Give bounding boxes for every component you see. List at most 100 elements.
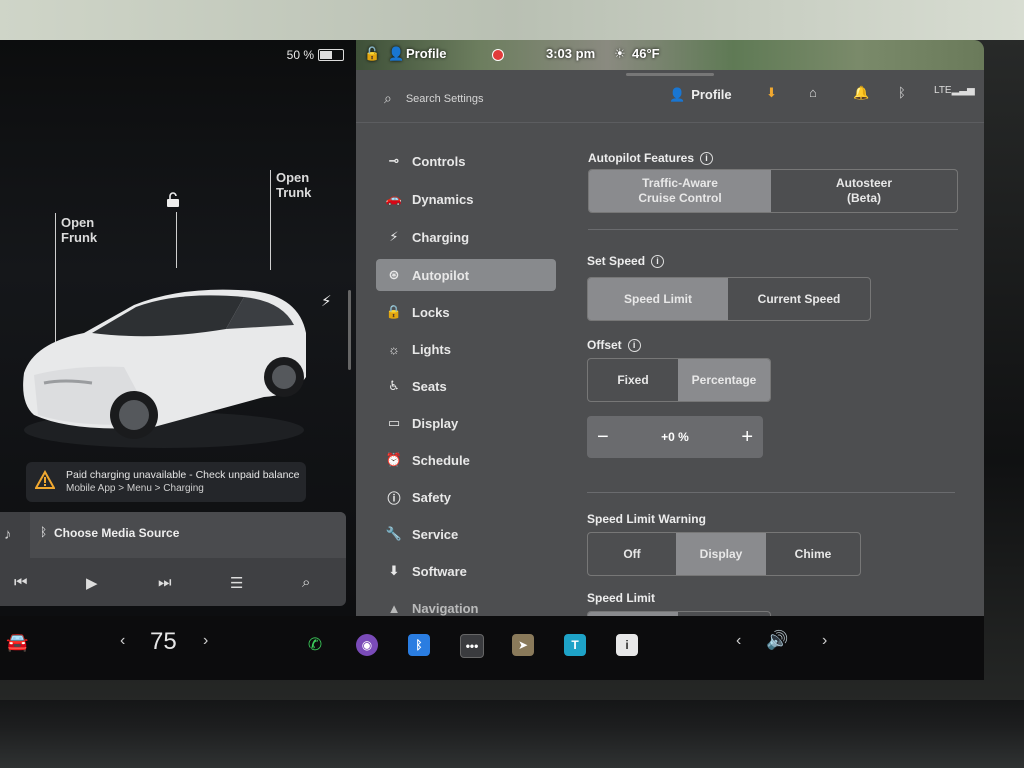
sun-icon: ☀	[614, 46, 626, 61]
cabin-temperature[interactable]: 75	[150, 628, 177, 656]
chime-option[interactable]: Chime	[766, 533, 860, 575]
tacc-line2: Cruise Control	[638, 191, 722, 205]
more-apps-icon[interactable]: •••	[460, 634, 484, 658]
battery-status: 50 %	[287, 48, 344, 62]
autosteer-option[interactable]: Autosteer (Beta)	[771, 170, 957, 212]
set-speed-label: Set Speed	[587, 254, 646, 268]
sidebar-item-charging[interactable]: ⚡ Charging	[376, 221, 556, 253]
media-player: ♪ ᛒ Choose Media Source ⏮ ▶ ⏭ ☰ ⌕	[0, 512, 346, 606]
sidebar-item-display[interactable]: ▭ Display	[376, 407, 556, 439]
frunk-label-line2: Frunk	[61, 230, 98, 245]
open-frunk-button[interactable]: Open Frunk	[61, 215, 97, 245]
search-settings[interactable]: ⌕ Search Settings	[384, 90, 484, 107]
traffic-aware-cruise-control-option[interactable]: Traffic-Aware Cruise Control	[589, 170, 771, 212]
sidebar-item-lights[interactable]: ☼ Lights	[376, 333, 556, 365]
schedule-icon: ⏰	[385, 452, 403, 467]
play-icon[interactable]: ▶	[86, 574, 98, 592]
sidebar-item-locks[interactable]: 🔒 Locks	[376, 296, 556, 328]
unlock-icon[interactable]	[166, 192, 180, 211]
phone-icon[interactable]: ✆	[304, 634, 326, 656]
dashcam-record-icon[interactable]	[492, 49, 504, 61]
frunk-label-line1: Open	[61, 215, 95, 230]
car-panel-scrollbar[interactable]	[348, 290, 351, 370]
sidebar-item-label: Service	[412, 526, 459, 542]
lte-signal-icon: LTE▂▃▅	[934, 85, 975, 96]
increase-button[interactable]: +	[741, 426, 753, 449]
info-icon[interactable]: i	[627, 339, 641, 353]
toybox-app-icon[interactable]: T	[564, 634, 586, 656]
offset-stepper: − +0 % +	[587, 416, 763, 458]
section-divider	[588, 229, 958, 230]
off-option[interactable]: Off	[588, 533, 676, 575]
open-trunk-button[interactable]: Open Trunk	[276, 170, 311, 200]
volume-icon[interactable]: 🔊	[766, 630, 788, 651]
volume-down-arrow[interactable]: ‹	[736, 632, 741, 650]
sidebar-item-service[interactable]: 🔧 Service	[376, 518, 556, 550]
profile-label: Profile	[691, 87, 732, 102]
panel-drag-handle[interactable]	[626, 73, 714, 76]
autopilot-features-title: Autopilot Features i	[588, 151, 714, 166]
offset-title: Offset i	[587, 338, 641, 353]
alert-title: Paid charging unavailable - Check unpaid…	[66, 469, 300, 481]
car-icon[interactable]: 🚘	[6, 632, 28, 653]
profile-button[interactable]: 👤 Profile	[669, 87, 732, 103]
sidebar-item-autopilot[interactable]: ⊛ Autopilot	[376, 259, 556, 291]
manual-app-icon[interactable]: i	[616, 634, 638, 656]
fixed-option[interactable]: Fixed	[588, 359, 678, 401]
trunk-label-line2: Trunk	[276, 185, 312, 200]
sidebar-item-label: Dynamics	[412, 191, 474, 207]
header-divider	[356, 122, 984, 123]
media-source-selector[interactable]: ᛒ Choose Media Source	[30, 512, 346, 558]
sidebar-item-label: Charging	[412, 229, 470, 245]
camera-icon[interactable]: ◉	[356, 634, 378, 656]
bezel-top	[0, 0, 1024, 40]
sidebar-item-label: Software	[412, 563, 467, 579]
notification-bell-icon[interactable]: 🔔	[853, 85, 869, 101]
sidebar-item-schedule[interactable]: ⏰ Schedule	[376, 444, 556, 476]
touchscreen: 50 % Open Frunk Open Trunk ⚡ Paid chargi…	[0, 40, 984, 680]
charge-port-icon[interactable]: ⚡	[321, 292, 332, 310]
volume-up-arrow[interactable]: ›	[822, 632, 827, 650]
status-temperature: 46°F	[632, 46, 660, 61]
decrease-button[interactable]: −	[597, 426, 609, 449]
battery-icon	[318, 49, 344, 61]
offset-label: Offset	[587, 338, 622, 352]
previous-track-icon[interactable]: ⏮	[14, 574, 28, 591]
sidebar-item-software[interactable]: ⬇ Software	[376, 555, 556, 587]
speed-limit-title: Speed Limit	[587, 591, 656, 605]
equalizer-icon[interactable]: ☰	[230, 574, 243, 592]
sidebar-item-label: Navigation	[412, 600, 479, 616]
next-track-icon[interactable]: ⏭	[158, 574, 172, 591]
sidebar-item-seats[interactable]: ♿ Seats	[376, 370, 556, 402]
garage-icon[interactable]: ⌂	[809, 85, 817, 100]
bluetooth-status-icon[interactable]: ᛒ	[898, 85, 906, 100]
info-icon[interactable]: i	[700, 152, 714, 166]
display-icon: ▭	[387, 415, 401, 430]
temp-up-arrow[interactable]: ›	[203, 632, 208, 650]
sidebar-item-label: Safety	[412, 489, 452, 505]
temp-down-arrow[interactable]: ‹	[120, 632, 125, 650]
info-icon[interactable]: i	[651, 255, 665, 269]
music-note-icon: ♪	[4, 526, 12, 543]
display-option[interactable]: Display	[676, 533, 766, 575]
autosteer-line2: (Beta)	[846, 191, 881, 205]
autopilot-features-label: Autopilot Features	[588, 151, 695, 165]
current-speed-option[interactable]: Current Speed	[728, 278, 870, 320]
percentage-option[interactable]: Percentage	[678, 359, 770, 401]
sidebar-item-safety[interactable]: ⓘ Safety	[376, 481, 556, 513]
car-dynamics-icon: 🚗	[385, 191, 403, 206]
speed-limit-option[interactable]: Speed Limit	[588, 278, 728, 320]
steering-wheel-icon: ⊛	[388, 267, 400, 282]
battery-level-fill	[320, 51, 332, 59]
navigation-app-icon[interactable]: ➤	[512, 634, 534, 656]
sidebar-item-dynamics[interactable]: 🚗 Dynamics	[376, 183, 556, 215]
download-icon[interactable]: ⬇	[766, 85, 777, 101]
charging-alert[interactable]: Paid charging unavailable - Check unpaid…	[26, 462, 306, 502]
media-search-icon[interactable]: ⌕	[302, 574, 310, 591]
sidebar-item-label: Seats	[412, 378, 447, 394]
car-panel: 50 % Open Frunk Open Trunk ⚡ Paid chargi…	[0, 40, 356, 616]
safety-icon: ⓘ	[387, 490, 401, 506]
bluetooth-app-icon[interactable]: ᛒ	[408, 634, 430, 656]
warning-icon	[35, 470, 55, 489]
sidebar-item-controls[interactable]: ⊸ Controls	[376, 145, 556, 177]
